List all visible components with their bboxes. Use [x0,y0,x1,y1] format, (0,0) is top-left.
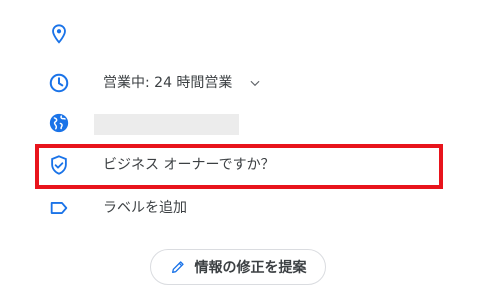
add-label-text[interactable]: ラベルを追加 [103,188,187,228]
location-row[interactable] [0,14,477,54]
suggest-edit-label: 情報の修正を提案 [194,260,307,276]
clock-icon [48,72,70,94]
chevron-down-icon[interactable] [248,76,262,90]
website-row[interactable] [0,103,477,143]
label-tag-icon [48,197,70,219]
highlight-box [35,144,443,189]
website-placeholder-bar [94,114,239,135]
place-info-panel: 営業中: 24 時間営業 ビジネス オーナーですか？ ラベルを追加 情報の修正を… [0,0,477,299]
globe-icon [48,112,70,134]
pencil-icon [170,259,186,275]
location-pin-icon [48,23,70,45]
hours-row[interactable]: 営業中: 24 時間営業 [0,63,477,103]
suggest-edit-button[interactable]: 情報の修正を提案 [150,249,326,285]
add-label-row[interactable]: ラベルを追加 [0,188,477,228]
hours-status-text: 営業中: 24 時間営業 [103,75,233,91]
